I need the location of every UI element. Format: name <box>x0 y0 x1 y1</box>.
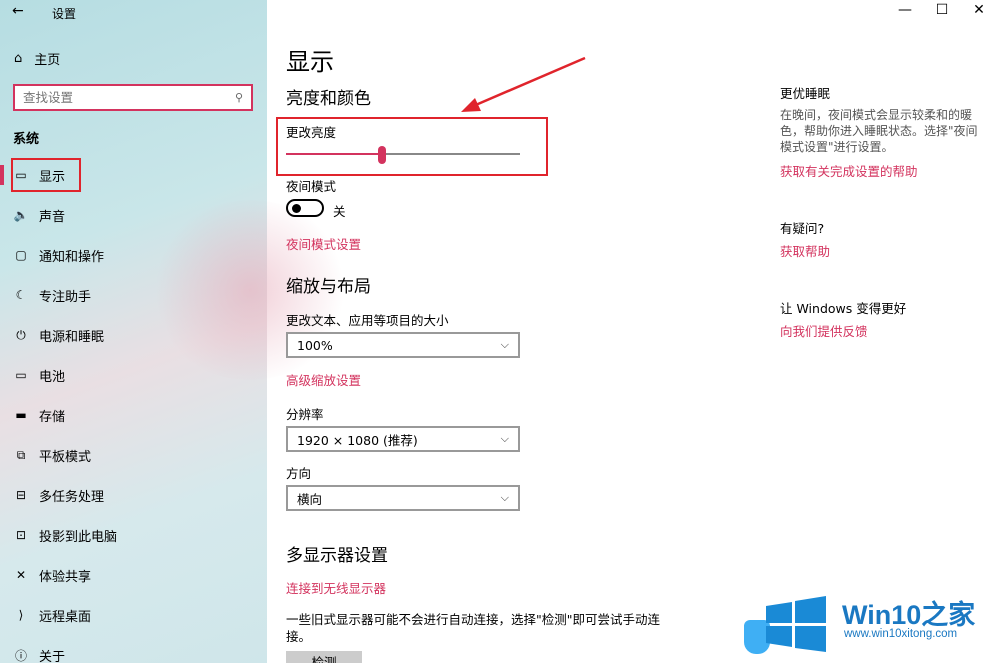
remote-desktop-icon: ⟩ <box>18 608 24 622</box>
back-arrow-icon[interactable]: ← <box>12 3 24 19</box>
brightness-label: 更改亮度 <box>286 125 337 140</box>
multitasking-icon: ⊟ <box>15 488 27 502</box>
sidebar-item-multitasking[interactable]: ⊟ 多任务处理 <box>0 475 267 515</box>
close-button[interactable]: ✕ <box>969 2 989 18</box>
search-icon[interactable]: ⚲ <box>235 91 243 104</box>
sidebar-nav: ▭ 显示 🔈 声音 ▢ 通知和操作 ☾ 专注助手 ⏻ 电源和睡眠 ▭ 电池 ▬ … <box>0 155 267 663</box>
sidebar-item-battery[interactable]: ▭ 电池 <box>0 355 267 395</box>
app-title: 设置 <box>52 7 77 21</box>
sidebar-item-notifications[interactable]: ▢ 通知和操作 <box>0 235 267 275</box>
title-bar: ← 设置 <box>0 0 267 26</box>
orientation-select[interactable]: 横向 ⌵ <box>286 485 520 511</box>
sidebar-item-storage[interactable]: ▬ 存储 <box>0 395 267 435</box>
annotation-arrow <box>461 56 586 112</box>
night-light-toggle[interactable] <box>286 199 324 217</box>
watermark: Win10之家 www.win10xitong.com <box>744 590 997 663</box>
power-icon: ⏻ <box>16 327 26 342</box>
setup-help-link[interactable]: 获取有关完成设置的帮助 <box>780 161 918 180</box>
toggle-knob <box>292 204 301 213</box>
orientation-label: 方向 <box>286 466 312 481</box>
sidebar-item-label: 声音 <box>39 209 66 225</box>
projector-icon: ⊡ <box>15 528 27 542</box>
sidebar-item-display[interactable]: ▭ 显示 <box>0 155 267 195</box>
search-box[interactable]: ⚲ <box>13 84 253 111</box>
scale-value: 100% <box>297 337 333 353</box>
sidebar-item-remote-desktop[interactable]: ⟩ 远程桌面 <box>0 595 267 635</box>
maximize-button[interactable]: ☐ <box>932 2 952 18</box>
brightness-heading: 亮度和颜色 <box>286 89 371 109</box>
sidebar-item-label: 存储 <box>39 409 66 425</box>
sidebar-item-tablet-mode[interactable]: ⧉ 平板模式 <box>0 435 267 475</box>
sidebar-item-label: 多任务处理 <box>39 489 105 505</box>
night-light-settings-link[interactable]: 夜间模式设置 <box>286 234 361 253</box>
moon-icon: ☾ <box>15 288 27 302</box>
sidebar-item-label: 通知和操作 <box>39 249 105 265</box>
resolution-select[interactable]: 1920 × 1080 (推荐) ⌵ <box>286 426 520 452</box>
resolution-value: 1920 × 1080 (推荐) <box>297 432 418 448</box>
sidebar-item-label: 远程桌面 <box>39 609 92 625</box>
question-heading: 有疑问? <box>780 221 825 236</box>
resolution-label: 分辨率 <box>286 407 324 422</box>
notification-icon: ▢ <box>15 248 27 262</box>
improve-windows-heading: 让 Windows 变得更好 <box>780 301 907 316</box>
night-light-state: 关 <box>333 204 346 219</box>
sleep-heading: 更优睡眠 <box>780 86 831 101</box>
advanced-scaling-link[interactable]: 高级缩放设置 <box>286 370 361 389</box>
watermark-brand-cn: 之家 <box>921 600 976 630</box>
multiple-displays-description: 一些旧式显示器可能不会进行自动连接，选择"检测"即可尝试手动连接。 <box>286 612 661 644</box>
annotation-highlight-box <box>11 158 81 192</box>
sidebar-item-projecting[interactable]: ⊡ 投影到此电脑 <box>0 515 267 555</box>
speaker-icon: 🔈 <box>13 208 29 222</box>
battery-icon: ▭ <box>15 368 27 382</box>
sidebar-item-label: 投影到此电脑 <box>39 529 118 545</box>
sidebar-item-label: 关于 <box>39 649 66 663</box>
info-icon: ⓘ <box>14 648 27 663</box>
sidebar: ← 设置 ⌂ 主页 ⚲ 系统 ▭ 显示 🔈 声音 ▢ 通知和操作 ☾ 专注助手 … <box>0 0 350 663</box>
sidebar-item-label: 电池 <box>39 369 66 385</box>
get-help-link[interactable]: 获取帮助 <box>780 241 830 260</box>
scale-layout-heading: 缩放与布局 <box>286 277 371 297</box>
home-label: 主页 <box>34 53 61 68</box>
slider-fill <box>286 153 382 155</box>
tablet-icon: ⧉ <box>16 447 26 462</box>
sleep-description: 在晚间，夜间模式会显示较柔和的暖色，帮助你进入睡眠状态。选择"夜间模式设置"进行… <box>780 108 978 154</box>
scale-select[interactable]: 100% ⌵ <box>286 332 520 358</box>
feedback-link[interactable]: 向我们提供反馈 <box>780 321 868 340</box>
multiple-displays-heading: 多显示器设置 <box>286 546 388 566</box>
chevron-down-icon: ⌵ <box>500 432 509 445</box>
detect-button[interactable]: 检测 <box>286 651 362 663</box>
sidebar-item-about[interactable]: ⓘ 关于 <box>0 635 267 663</box>
home-icon: ⌂ <box>14 51 23 66</box>
storage-icon: ▬ <box>15 408 27 422</box>
watermark-url: www.win10xitong.com <box>844 628 958 640</box>
connect-wireless-display-link[interactable]: 连接到无线显示器 <box>286 578 386 597</box>
sidebar-item-label: 电源和睡眠 <box>39 329 105 345</box>
sidebar-item-focus-assist[interactable]: ☾ 专注助手 <box>0 275 267 315</box>
section-label-system: 系统 <box>13 132 40 147</box>
sidebar-item-home[interactable]: ⌂ 主页 <box>14 49 60 68</box>
chevron-down-icon: ⌵ <box>500 338 509 351</box>
windows-logo-icon <box>766 596 826 652</box>
orientation-value: 横向 <box>297 491 323 507</box>
night-light-label: 夜间模式 <box>286 179 337 194</box>
scale-label: 更改文本、应用等项目的大小 <box>286 313 449 328</box>
minimize-button[interactable]: — <box>895 2 915 18</box>
chevron-down-icon: ⌵ <box>500 491 509 504</box>
search-input[interactable] <box>23 90 235 105</box>
sidebar-item-power-sleep[interactable]: ⏻ 电源和睡眠 <box>0 315 267 355</box>
sidebar-item-label: 平板模式 <box>39 449 92 465</box>
sidebar-item-label: 专注助手 <box>39 289 92 305</box>
sidebar-item-sound[interactable]: 🔈 声音 <box>0 195 267 235</box>
share-icon: ✕ <box>15 568 27 582</box>
watermark-brand: Win10之家 <box>842 593 975 632</box>
watermark-brand-en: Win10 <box>842 600 922 630</box>
sidebar-item-label: 体验共享 <box>39 569 92 585</box>
brightness-slider[interactable] <box>286 146 520 164</box>
page-title: 显示 <box>286 48 334 76</box>
sidebar-item-shared-experiences[interactable]: ✕ 体验共享 <box>0 555 267 595</box>
slider-thumb[interactable] <box>377 146 386 164</box>
